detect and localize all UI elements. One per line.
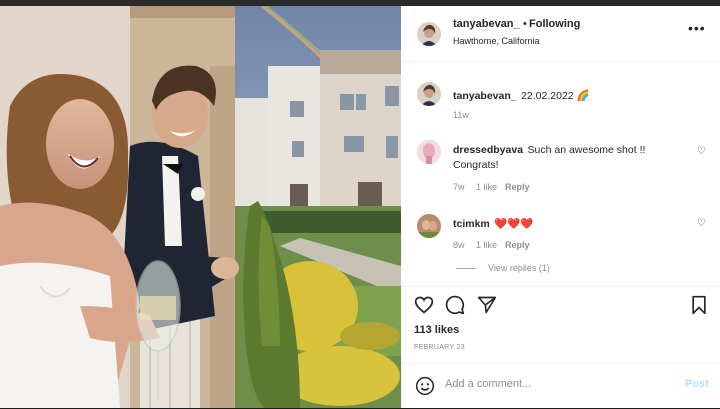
post-date[interactable]: FEBRUARY 23 <box>414 344 465 351</box>
caption-age[interactable]: 11w <box>453 110 469 120</box>
comment-row: tcimkm ❤️❤️❤️ <box>453 214 681 232</box>
comment-avatar[interactable] <box>417 140 441 164</box>
add-comment-row: Add a comment... Post <box>401 363 720 409</box>
comment-avatar[interactable] <box>417 214 441 238</box>
separator-dot: • <box>523 18 527 30</box>
comments-list: tanyabevan_ 22.02.2022 🌈 11w dressedbyav… <box>401 62 720 290</box>
post-detail-panel: tanyabevan_ • Following Hawthorne, Calif… <box>401 6 720 408</box>
caption: tanyabevan_ 22.02.2022 🌈 <box>453 86 703 104</box>
comment-likes[interactable]: 1 like <box>476 182 497 192</box>
author-username[interactable]: tanyabevan_ <box>453 18 520 30</box>
caption-username[interactable]: tanyabevan_ <box>453 90 517 102</box>
like-comment-heart-icon[interactable]: ♡ <box>697 218 706 229</box>
view-replies-button[interactable]: View replies (1) <box>488 263 550 273</box>
more-options-icon[interactable]: ••• <box>688 20 706 36</box>
comment-age[interactable]: 8w <box>453 240 465 250</box>
like-comment-heart-icon[interactable]: ♡ <box>697 146 706 157</box>
caption-text: 22.02.2022 🌈 <box>521 90 590 102</box>
reply-button[interactable]: Reply <box>505 182 530 192</box>
emoji-icon[interactable] <box>415 376 435 401</box>
comment-likes[interactable]: 1 like <box>476 240 497 250</box>
post-location[interactable]: Hawthorne, California <box>453 36 540 46</box>
post-header: tanyabevan_ • Following Hawthorne, Calif… <box>401 6 720 62</box>
comment-username[interactable]: dressedbyava <box>453 144 523 156</box>
post-comment-button[interactable]: Post <box>685 378 709 390</box>
post-photo[interactable] <box>0 6 401 408</box>
heart-icon[interactable] <box>414 295 434 320</box>
share-icon[interactable] <box>477 295 497 320</box>
comment-text: ❤️❤️❤️ <box>494 218 534 230</box>
following-button[interactable]: Following <box>529 18 580 30</box>
comment-input[interactable]: Add a comment... <box>445 378 531 390</box>
comment-age[interactable]: 7w <box>453 182 465 192</box>
comment-icon[interactable] <box>445 295 465 320</box>
reply-button[interactable]: Reply <box>505 240 530 250</box>
caption-avatar[interactable] <box>417 82 441 106</box>
author-avatar[interactable] <box>417 22 441 46</box>
comment-row: dressedbyava Such an awesome shot !! Con… <box>453 142 681 172</box>
likes-count[interactable]: 113 likes <box>414 324 459 336</box>
comment-username[interactable]: tcimkm <box>453 218 490 230</box>
bookmark-icon[interactable] <box>690 295 708 320</box>
view-replies-line <box>456 268 476 269</box>
post-actions <box>401 286 720 327</box>
